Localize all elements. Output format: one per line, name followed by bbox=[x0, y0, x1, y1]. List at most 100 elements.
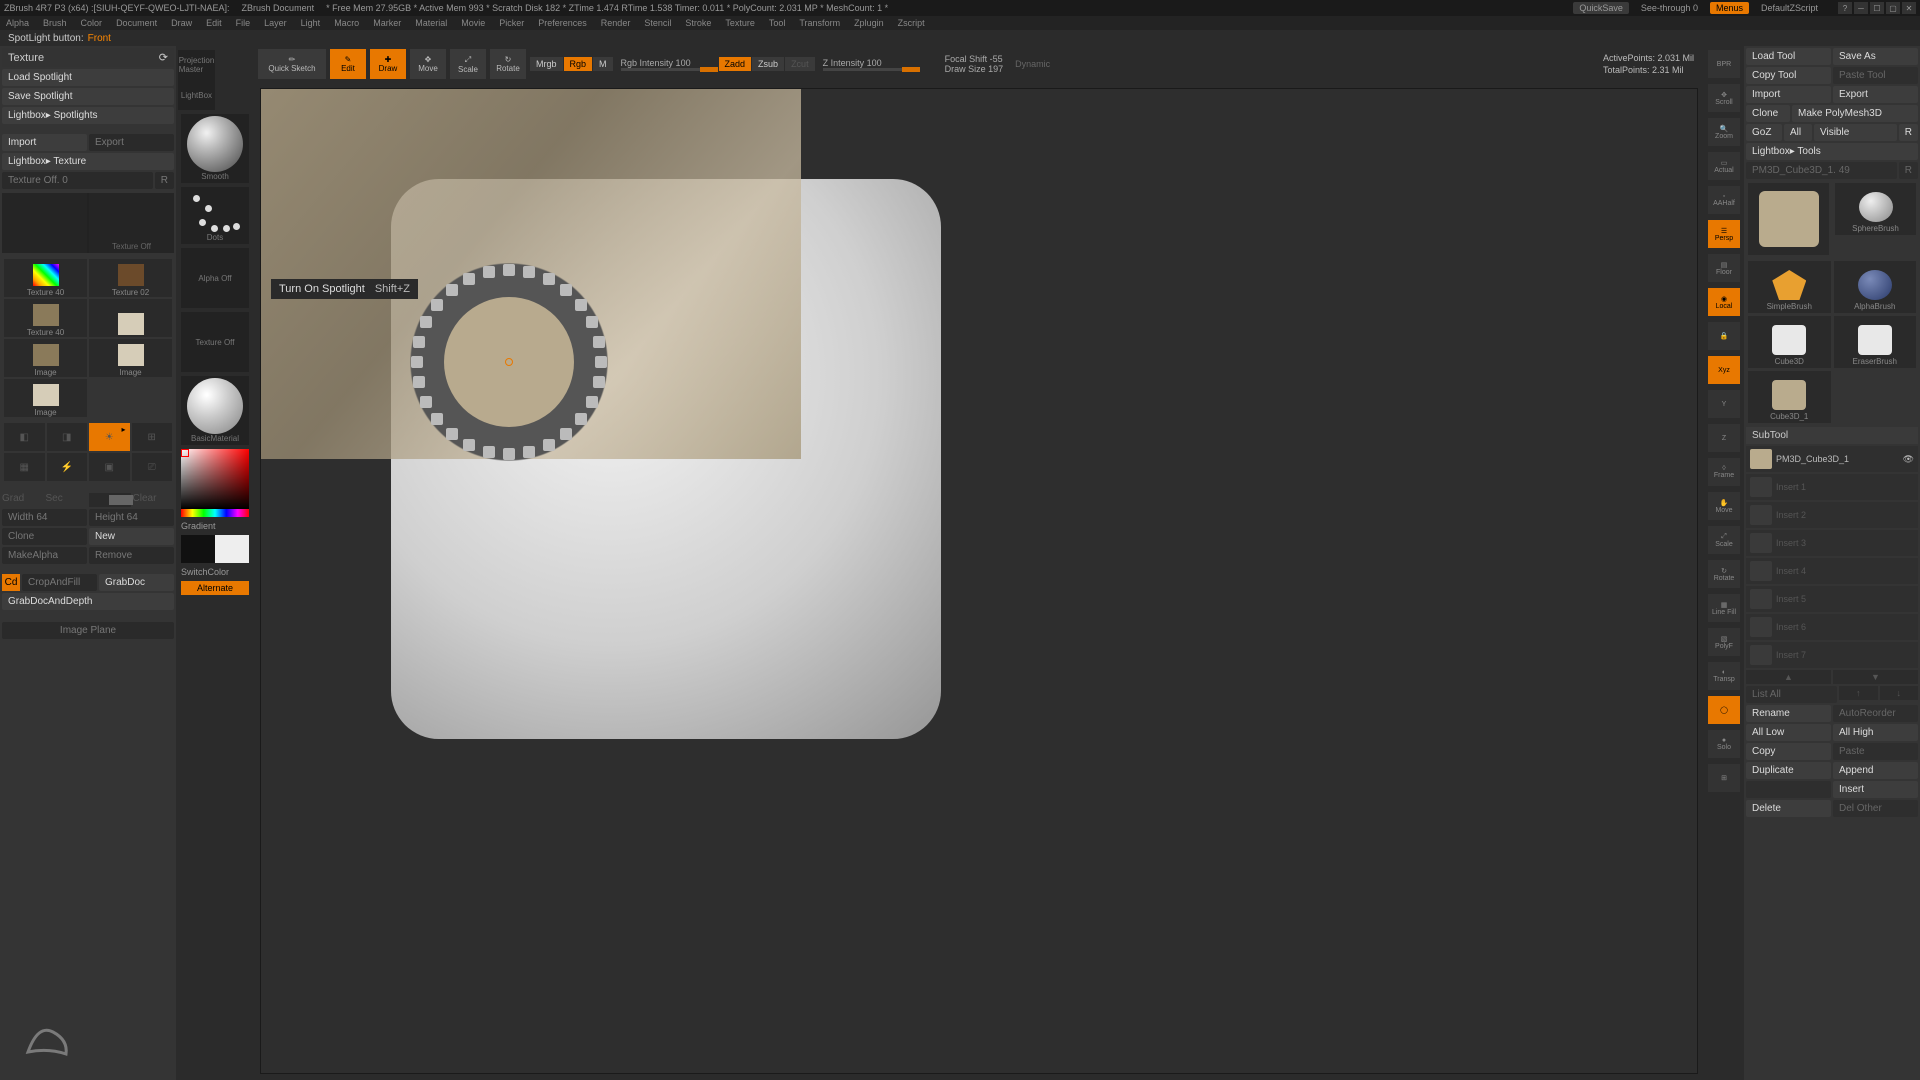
menu-marker[interactable]: Marker bbox=[373, 18, 401, 28]
zadd-button[interactable]: Zadd bbox=[719, 57, 752, 71]
draw-button[interactable]: ✚Draw bbox=[370, 49, 406, 79]
subtool-slot[interactable]: Insert 2 bbox=[1746, 502, 1918, 528]
new-button[interactable]: New bbox=[89, 528, 174, 545]
menu-material[interactable]: Material bbox=[415, 18, 447, 28]
persp-button[interactable]: ☰Persp bbox=[1708, 220, 1740, 248]
pastetool-button[interactable]: Paste Tool bbox=[1833, 67, 1918, 84]
delother-button[interactable]: Del Other bbox=[1833, 800, 1918, 817]
texture-thumb[interactable] bbox=[89, 299, 172, 337]
transp-button[interactable]: ◐Transp bbox=[1708, 662, 1740, 690]
edit-button[interactable]: ✎Edit bbox=[330, 49, 366, 79]
copytool-button[interactable]: Copy Tool bbox=[1746, 67, 1831, 84]
dynamic-label[interactable]: Dynamic bbox=[1011, 59, 1054, 69]
tool-item[interactable]: SimpleBrush bbox=[1748, 261, 1831, 313]
goz-r-button[interactable]: R bbox=[1899, 124, 1918, 141]
xpose-button[interactable]: ⊞ bbox=[1708, 764, 1740, 792]
aahalf-button[interactable]: ▫AAHalf bbox=[1708, 186, 1740, 214]
eye-icon[interactable]: 👁 bbox=[1903, 454, 1914, 465]
ghost-button[interactable]: ◯ bbox=[1708, 696, 1740, 724]
rotate-button[interactable]: ↻Rotate bbox=[490, 49, 526, 79]
texture-thumb[interactable]: Image bbox=[4, 339, 87, 377]
move-button[interactable]: ✥Move bbox=[410, 49, 446, 79]
height-field[interactable]: Height 64 bbox=[89, 509, 174, 526]
tool-item[interactable]: AlphaBrush bbox=[1834, 261, 1917, 313]
import-button[interactable]: Import bbox=[2, 134, 87, 151]
window-min-icon[interactable]: ─ bbox=[1854, 2, 1868, 14]
menu-color[interactable]: Color bbox=[81, 18, 103, 28]
import-tool-button[interactable]: Import bbox=[1746, 86, 1831, 103]
texture-r-button[interactable]: R bbox=[155, 172, 174, 189]
remove-button[interactable]: Remove bbox=[89, 547, 174, 564]
subtool-header[interactable]: SubTool bbox=[1746, 427, 1918, 444]
texture-header[interactable]: Texture ⟳ bbox=[2, 48, 174, 67]
insert-button[interactable]: Insert bbox=[1833, 781, 1918, 798]
menu-file[interactable]: File bbox=[236, 18, 251, 28]
zcut-button[interactable]: Zcut bbox=[785, 57, 815, 71]
menu-draw[interactable]: Draw bbox=[171, 18, 192, 28]
subtool-slot[interactable]: Insert 6 bbox=[1746, 614, 1918, 640]
spotlight-icon-2[interactable]: ◨ bbox=[47, 423, 88, 451]
texture-off-slider[interactable]: Texture Off. 0 bbox=[2, 172, 153, 189]
export-tool-button[interactable]: Export bbox=[1833, 86, 1918, 103]
tool-r-button[interactable]: R bbox=[1899, 162, 1918, 179]
texture-thumb[interactable]: Texture 40 bbox=[4, 299, 87, 337]
local-button[interactable]: ◉Local bbox=[1708, 288, 1740, 316]
grad-slider[interactable] bbox=[89, 493, 131, 507]
reload-icon[interactable]: ⟳ bbox=[159, 51, 168, 64]
window-max2-icon[interactable]: ▢ bbox=[1886, 2, 1900, 14]
spotlight-icon-4[interactable]: ⊞ bbox=[132, 423, 173, 451]
subtool-slot[interactable]: Insert 4 bbox=[1746, 558, 1918, 584]
spotlight-icon-5[interactable]: ▦ bbox=[4, 453, 45, 481]
menu-texture[interactable]: Texture bbox=[725, 18, 755, 28]
texture-thumb[interactable]: Texture 02 bbox=[89, 259, 172, 297]
clone-button[interactable]: Clone bbox=[2, 528, 87, 545]
makealpha-button[interactable]: MakeAlpha bbox=[2, 547, 87, 564]
goz-visible-button[interactable]: Visible bbox=[1814, 124, 1897, 141]
allhigh-button[interactable]: All High bbox=[1833, 724, 1918, 741]
cd-button[interactable]: Cd bbox=[2, 574, 20, 591]
bpr-button[interactable]: BPR bbox=[1708, 50, 1740, 78]
spotlight-icon-1[interactable]: ◧ bbox=[4, 423, 45, 451]
subtool-slot[interactable]: Insert 7 bbox=[1746, 642, 1918, 668]
window-close-icon[interactable]: ✕ bbox=[1902, 2, 1916, 14]
projection-master-button[interactable]: Projection Master bbox=[178, 50, 215, 80]
y-button[interactable]: Y bbox=[1708, 390, 1740, 418]
lightbox-spotlights-button[interactable]: Lightbox▸ Spotlights bbox=[2, 107, 174, 124]
brush-preview[interactable]: Smooth bbox=[181, 114, 249, 183]
current-tool-thumb[interactable] bbox=[1748, 183, 1829, 255]
duplicate-button[interactable]: Duplicate bbox=[1746, 762, 1831, 779]
spotlight-on-button[interactable]: ☀ bbox=[89, 423, 130, 451]
move-nav-button[interactable]: ✋Move bbox=[1708, 492, 1740, 520]
spotlight-icon-7[interactable]: ▣ bbox=[89, 453, 130, 481]
texture-thumb[interactable]: Texture 40 bbox=[4, 259, 87, 297]
quicksave-button[interactable]: QuickSave bbox=[1573, 2, 1629, 14]
movedown-button[interactable]: ↓ bbox=[1880, 686, 1919, 700]
subtool-down-button[interactable]: ▼ bbox=[1833, 670, 1918, 684]
tool-item[interactable]: Cube3D_1 bbox=[1748, 371, 1831, 423]
spotlight-dial[interactable] bbox=[401, 254, 617, 470]
save-spotlight-button[interactable]: Save Spotlight bbox=[2, 88, 174, 105]
window-help-icon[interactable]: ? bbox=[1838, 2, 1852, 14]
width-field[interactable]: Width 64 bbox=[2, 509, 87, 526]
alllow-button[interactable]: All Low bbox=[1746, 724, 1831, 741]
draw-size-slider[interactable]: Draw Size 197 bbox=[941, 64, 1008, 74]
clear-label[interactable]: Clear bbox=[133, 493, 175, 507]
zsub-button[interactable]: Zsub bbox=[752, 57, 784, 71]
menu-render[interactable]: Render bbox=[601, 18, 631, 28]
texture-thumb[interactable]: Image bbox=[89, 339, 172, 377]
scale-button[interactable]: ⤢Scale bbox=[450, 49, 486, 79]
copy-subtool-button[interactable]: Copy bbox=[1746, 743, 1831, 760]
menu-tool[interactable]: Tool bbox=[769, 18, 786, 28]
texture-thumb[interactable]: Image bbox=[4, 379, 87, 417]
delete-button[interactable]: Delete bbox=[1746, 800, 1831, 817]
menu-layer[interactable]: Layer bbox=[264, 18, 287, 28]
xyz-button[interactable]: Xyz bbox=[1708, 356, 1740, 384]
color-picker[interactable] bbox=[181, 449, 249, 517]
focal-shift-slider[interactable]: Focal Shift -55 bbox=[941, 54, 1008, 64]
listall-button[interactable]: List All bbox=[1746, 686, 1837, 703]
subtool-slot[interactable]: Insert 1 bbox=[1746, 474, 1918, 500]
goz-all-button[interactable]: All bbox=[1784, 124, 1812, 141]
menu-macro[interactable]: Macro bbox=[334, 18, 359, 28]
menu-movie[interactable]: Movie bbox=[461, 18, 485, 28]
spotlight-icon-8[interactable]: ⎚ bbox=[132, 453, 173, 481]
